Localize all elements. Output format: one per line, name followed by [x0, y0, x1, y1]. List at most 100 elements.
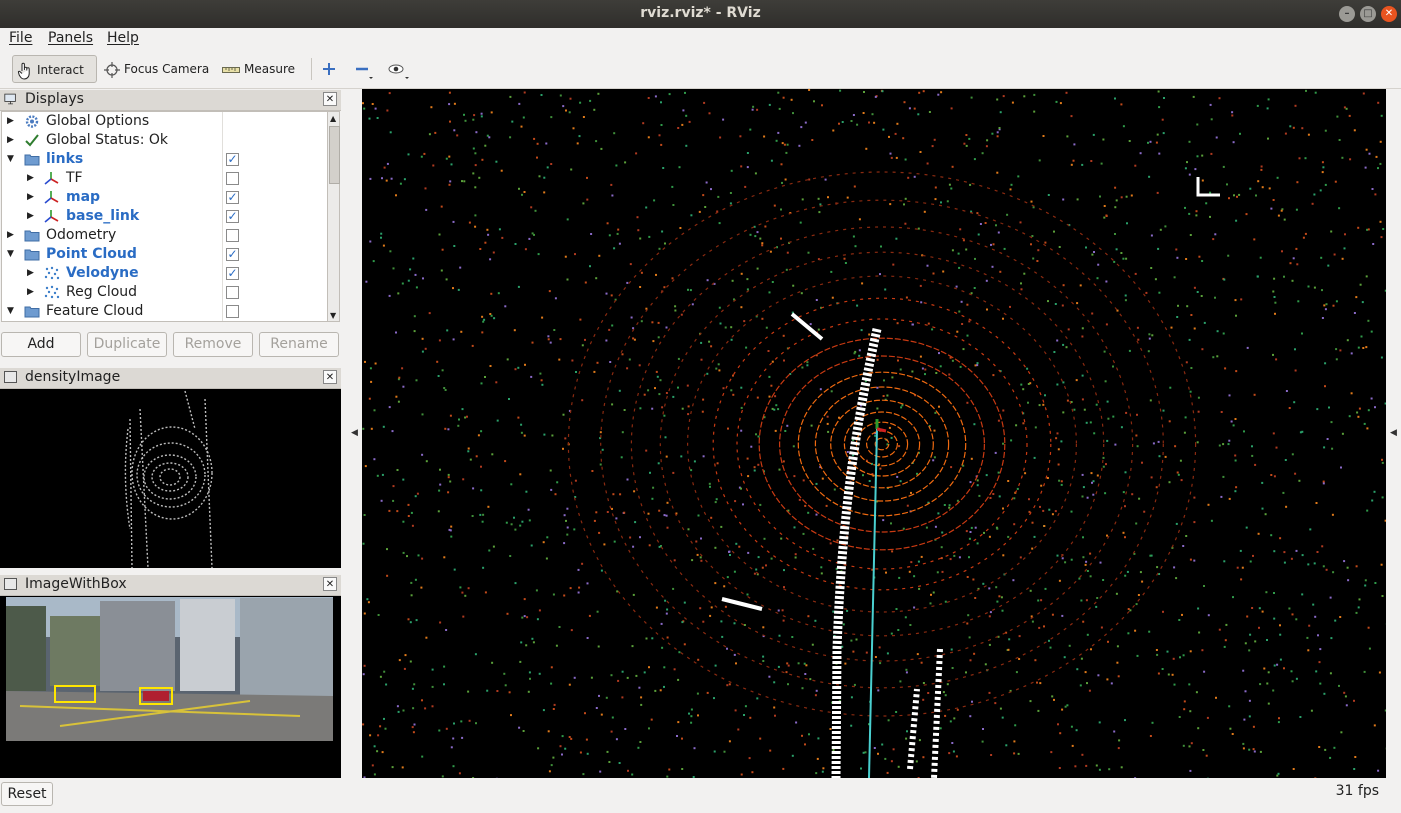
- display-item-map[interactable]: ▶ map ✓: [2, 188, 328, 207]
- base-link-axes: [868, 419, 887, 779]
- axes-icon: [44, 190, 60, 205]
- window-title: rviz.rviz* - RViz: [640, 5, 761, 21]
- display-item-label: Reg Cloud: [66, 284, 138, 300]
- close-window-button[interactable]: ✕: [1381, 6, 1397, 22]
- density-image-view: [0, 389, 341, 569]
- statusbar: Reset 31 fps: [0, 779, 1401, 809]
- reset-button[interactable]: Reset: [1, 782, 53, 806]
- expand-right-icon[interactable]: ▶: [7, 131, 14, 150]
- image-with-box-panel-title: ImageWithBox: [25, 576, 127, 592]
- measure-tool-button[interactable]: Measure: [218, 55, 301, 83]
- display-item-label: Odometry: [46, 227, 117, 243]
- axes-icon: [44, 171, 60, 186]
- window-titlebar: rviz.rviz* - RViz – □ ✕: [0, 0, 1401, 28]
- display-item-base-link[interactable]: ▶ base_link ✓: [2, 207, 328, 226]
- image-with-box-panel-header: ImageWithBox ✕: [0, 575, 341, 596]
- close-displays-panel-button[interactable]: ✕: [323, 92, 337, 106]
- display-item-label: Velodyne: [66, 265, 139, 281]
- fps-readout: 31 fps: [1335, 783, 1379, 799]
- measure-label: Measure: [244, 62, 295, 76]
- pointcloud-icon: [44, 266, 60, 281]
- expand-right-icon[interactable]: ▶: [27, 188, 34, 207]
- display-item-links[interactable]: ▼ links ✓: [2, 150, 328, 169]
- focus-camera-tool-button[interactable]: Focus Camera: [100, 55, 215, 83]
- collapse-right-dock-icon[interactable]: ◀: [1390, 428, 1397, 438]
- menu-panels[interactable]: Panels: [48, 30, 93, 46]
- rename-button[interactable]: Rename: [259, 332, 339, 357]
- hand-cursor-icon: [17, 62, 30, 80]
- displays-panel-header: Displays ✕: [0, 90, 341, 111]
- scroll-down-icon[interactable]: ▼: [330, 311, 336, 320]
- display-enable-checkbox[interactable]: ✓: [226, 267, 239, 280]
- check-icon: [24, 133, 40, 148]
- eye-icon[interactable]: [388, 62, 412, 82]
- render-viewport[interactable]: [362, 89, 1388, 780]
- collapse-left-dock-icon[interactable]: ◀: [351, 428, 358, 438]
- scrollbar-thumb[interactable]: [329, 126, 340, 184]
- display-item-tf[interactable]: ▶ TF: [2, 169, 328, 188]
- display-enable-checkbox[interactable]: [226, 172, 239, 185]
- folder-icon: [24, 247, 40, 262]
- close-density-image-panel-button[interactable]: ✕: [323, 370, 337, 384]
- display-enable-checkbox[interactable]: ✓: [226, 191, 239, 204]
- image-panel-icon: [4, 371, 17, 383]
- displays-panel-title: Displays: [25, 91, 84, 107]
- menu-file[interactable]: File: [9, 30, 32, 46]
- expand-right-icon[interactable]: ▶: [27, 169, 34, 188]
- minimize-button[interactable]: –: [1339, 6, 1355, 22]
- remove-button[interactable]: Remove: [173, 332, 253, 357]
- display-item-label: Feature Cloud: [46, 303, 144, 319]
- crosshair-plus-icon[interactable]: [322, 62, 336, 76]
- display-enable-checkbox[interactable]: ✓: [226, 153, 239, 166]
- display-enable-checkbox[interactable]: [226, 229, 239, 242]
- expand-right-icon[interactable]: ▶: [7, 112, 14, 131]
- pointcloud-icon: [44, 285, 60, 300]
- display-item-global-status-ok[interactable]: ▶ Global Status: Ok: [2, 131, 328, 150]
- image-with-box-view: [0, 596, 341, 778]
- duplicate-button[interactable]: Duplicate: [87, 332, 167, 357]
- expand-right-icon[interactable]: ▶: [27, 207, 34, 226]
- toolbar: Interact Focus Camera Measure: [0, 50, 1401, 89]
- density-image-panel-header: densityImage ✕: [0, 368, 341, 389]
- expand-down-icon[interactable]: ▼: [7, 245, 14, 264]
- expand-right-icon[interactable]: ▶: [27, 283, 34, 302]
- add-button[interactable]: Add: [1, 332, 81, 357]
- displays-scrollbar[interactable]: ▲ ▼: [327, 111, 340, 322]
- display-item-label: map: [66, 189, 101, 205]
- expand-right-icon[interactable]: ▶: [7, 226, 14, 245]
- axes-icon: [44, 209, 60, 224]
- display-item-velodyne[interactable]: ▶ Velodyne ✓: [2, 264, 328, 283]
- display-item-reg-cloud[interactable]: ▶ Reg Cloud: [2, 283, 328, 302]
- display-enable-checkbox[interactable]: [226, 305, 239, 318]
- folder-icon: [24, 304, 40, 319]
- expand-right-icon[interactable]: ▶: [27, 264, 34, 283]
- point-cloud-canvas[interactable]: [362, 89, 1388, 780]
- displays-tree: ▶ Global Options ▶ Global Status: Ok ▼ links ✓…: [1, 111, 329, 322]
- gear-icon: [24, 114, 40, 129]
- image-panel-icon: [4, 578, 17, 590]
- display-enable-checkbox[interactable]: ✓: [226, 210, 239, 223]
- display-item-label: base_link: [66, 208, 140, 224]
- menu-help[interactable]: Help: [107, 30, 139, 46]
- close-image-with-box-panel-button[interactable]: ✕: [323, 577, 337, 591]
- interact-label: Interact: [37, 63, 84, 77]
- expand-down-icon[interactable]: ▼: [7, 150, 14, 169]
- monitor-icon: [4, 93, 16, 105]
- maximize-button[interactable]: □: [1360, 6, 1376, 22]
- display-item-label: Point Cloud: [46, 246, 137, 262]
- display-item-label: links: [46, 151, 84, 167]
- folder-icon: [24, 152, 40, 167]
- display-enable-checkbox[interactable]: [226, 286, 239, 299]
- camera-image-canvas: [6, 597, 333, 741]
- display-item-global-options[interactable]: ▶ Global Options: [2, 112, 328, 131]
- ruler-icon: [222, 66, 240, 73]
- display-enable-checkbox[interactable]: ✓: [226, 248, 239, 261]
- scroll-up-icon[interactable]: ▲: [330, 114, 336, 123]
- expand-down-icon[interactable]: ▼: [7, 302, 14, 321]
- minus-icon[interactable]: [354, 62, 376, 82]
- display-item-feature-cloud[interactable]: ▼ Feature Cloud: [2, 302, 328, 321]
- focus-camera-label: Focus Camera: [124, 62, 210, 76]
- display-item-point-cloud[interactable]: ▼ Point Cloud ✓: [2, 245, 328, 264]
- display-item-odometry[interactable]: ▶ Odometry: [2, 226, 328, 245]
- interact-tool-button[interactable]: Interact: [12, 55, 97, 83]
